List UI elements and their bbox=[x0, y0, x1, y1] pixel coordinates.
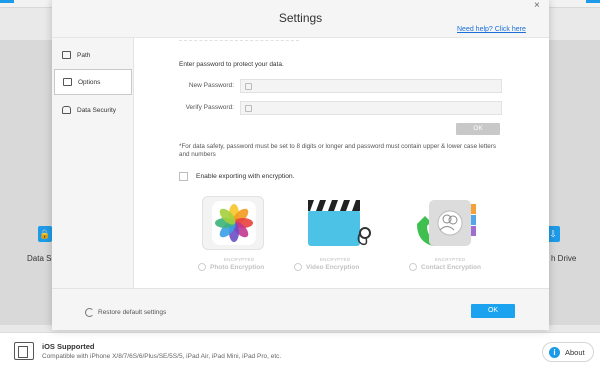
info-icon: i bbox=[549, 346, 560, 358]
lock-icon bbox=[245, 83, 252, 90]
verify-password-label: Verify Password: bbox=[185, 104, 234, 111]
dialog-header: Settings × Need help? Click here bbox=[52, 0, 549, 38]
lock-icon bbox=[62, 106, 71, 114]
verify-password-field[interactable] bbox=[240, 101, 502, 115]
password-note: *For data safety, password must be set t… bbox=[179, 143, 496, 159]
sidebar-item-data-security[interactable]: Data Security bbox=[54, 97, 132, 123]
video-encryption-radio[interactable]: Video Encryption bbox=[294, 263, 359, 271]
close-icon[interactable]: × bbox=[534, 0, 540, 11]
encrypted-tag: ENCRYPTED bbox=[435, 257, 466, 262]
ios-supported-title: iOS Supported bbox=[42, 342, 95, 351]
password-ok-button[interactable]: OK bbox=[456, 123, 500, 135]
sidebar-item-path[interactable]: Path bbox=[54, 42, 132, 68]
encrypted-tag: ENCRYPTED bbox=[224, 257, 255, 262]
ios-compat-text: Compatible with iPhone X/8/7/6S/6/Plus/S… bbox=[42, 353, 282, 360]
device-icon bbox=[14, 342, 34, 360]
photo-encryption-radio[interactable]: Photo Encryption bbox=[198, 263, 264, 271]
restore-defaults-label: Restore default settings bbox=[98, 309, 167, 316]
divider bbox=[179, 40, 299, 41]
lock-icon bbox=[245, 105, 252, 112]
dialog-footer: Restore default settings OK bbox=[52, 288, 549, 330]
radio-button bbox=[198, 263, 206, 271]
restore-icon bbox=[85, 308, 94, 317]
intro-text: Enter password to protect your data. bbox=[179, 61, 284, 68]
ok-button[interactable]: OK bbox=[471, 304, 515, 318]
clapperboard-icon bbox=[306, 196, 371, 250]
settings-dialog: Settings × Need help? Click here Path Op… bbox=[52, 0, 549, 330]
photos-icon bbox=[202, 196, 264, 250]
new-password-label: New Password: bbox=[188, 82, 234, 89]
options-icon bbox=[63, 78, 72, 86]
data-security-feature-icon[interactable]: 🔒 bbox=[38, 226, 52, 242]
sidebar-item-label: Data Security bbox=[77, 106, 117, 114]
enable-export-checkbox[interactable]: Enable exporting with encryption. bbox=[179, 172, 295, 181]
contact-encryption-option: ENCRYPTED Contact Encryption bbox=[409, 196, 529, 276]
drive-feature-label: h Drive bbox=[551, 254, 577, 263]
video-encryption-label: Video Encryption bbox=[306, 263, 360, 271]
folder-icon bbox=[62, 51, 71, 59]
top-accent-left bbox=[0, 0, 14, 3]
encrypted-tag: ENCRYPTED bbox=[320, 257, 351, 262]
new-password-field[interactable] bbox=[240, 79, 502, 93]
data-security-panel: Enter password to protect your data. New… bbox=[134, 38, 549, 288]
dialog-title: Settings bbox=[278, 11, 323, 25]
radio-button bbox=[294, 263, 302, 271]
help-link[interactable]: Need help? Click here bbox=[457, 26, 526, 33]
contact-encryption-label: Contact Encryption bbox=[421, 263, 481, 271]
contacts-icon bbox=[415, 196, 477, 250]
settings-sidebar: Path Options Data Security bbox=[52, 38, 134, 288]
sidebar-item-label: Options bbox=[78, 78, 101, 86]
about-button[interactable]: i About bbox=[542, 342, 594, 362]
sidebar-item-label: Path bbox=[77, 51, 91, 59]
about-label: About bbox=[565, 347, 585, 357]
radio-button bbox=[409, 263, 417, 271]
checkbox-box bbox=[179, 172, 188, 181]
photo-encryption-label: Photo Encryption bbox=[210, 263, 265, 271]
sidebar-item-options[interactable]: Options bbox=[54, 69, 132, 95]
contact-encryption-radio[interactable]: Contact Encryption bbox=[409, 263, 481, 271]
top-accent-right bbox=[586, 0, 600, 3]
enable-export-label: Enable exporting with encryption. bbox=[196, 173, 295, 180]
restore-defaults-button[interactable]: Restore default settings bbox=[85, 308, 166, 317]
video-encryption-option: ENCRYPTED Video Encryption bbox=[294, 196, 414, 276]
